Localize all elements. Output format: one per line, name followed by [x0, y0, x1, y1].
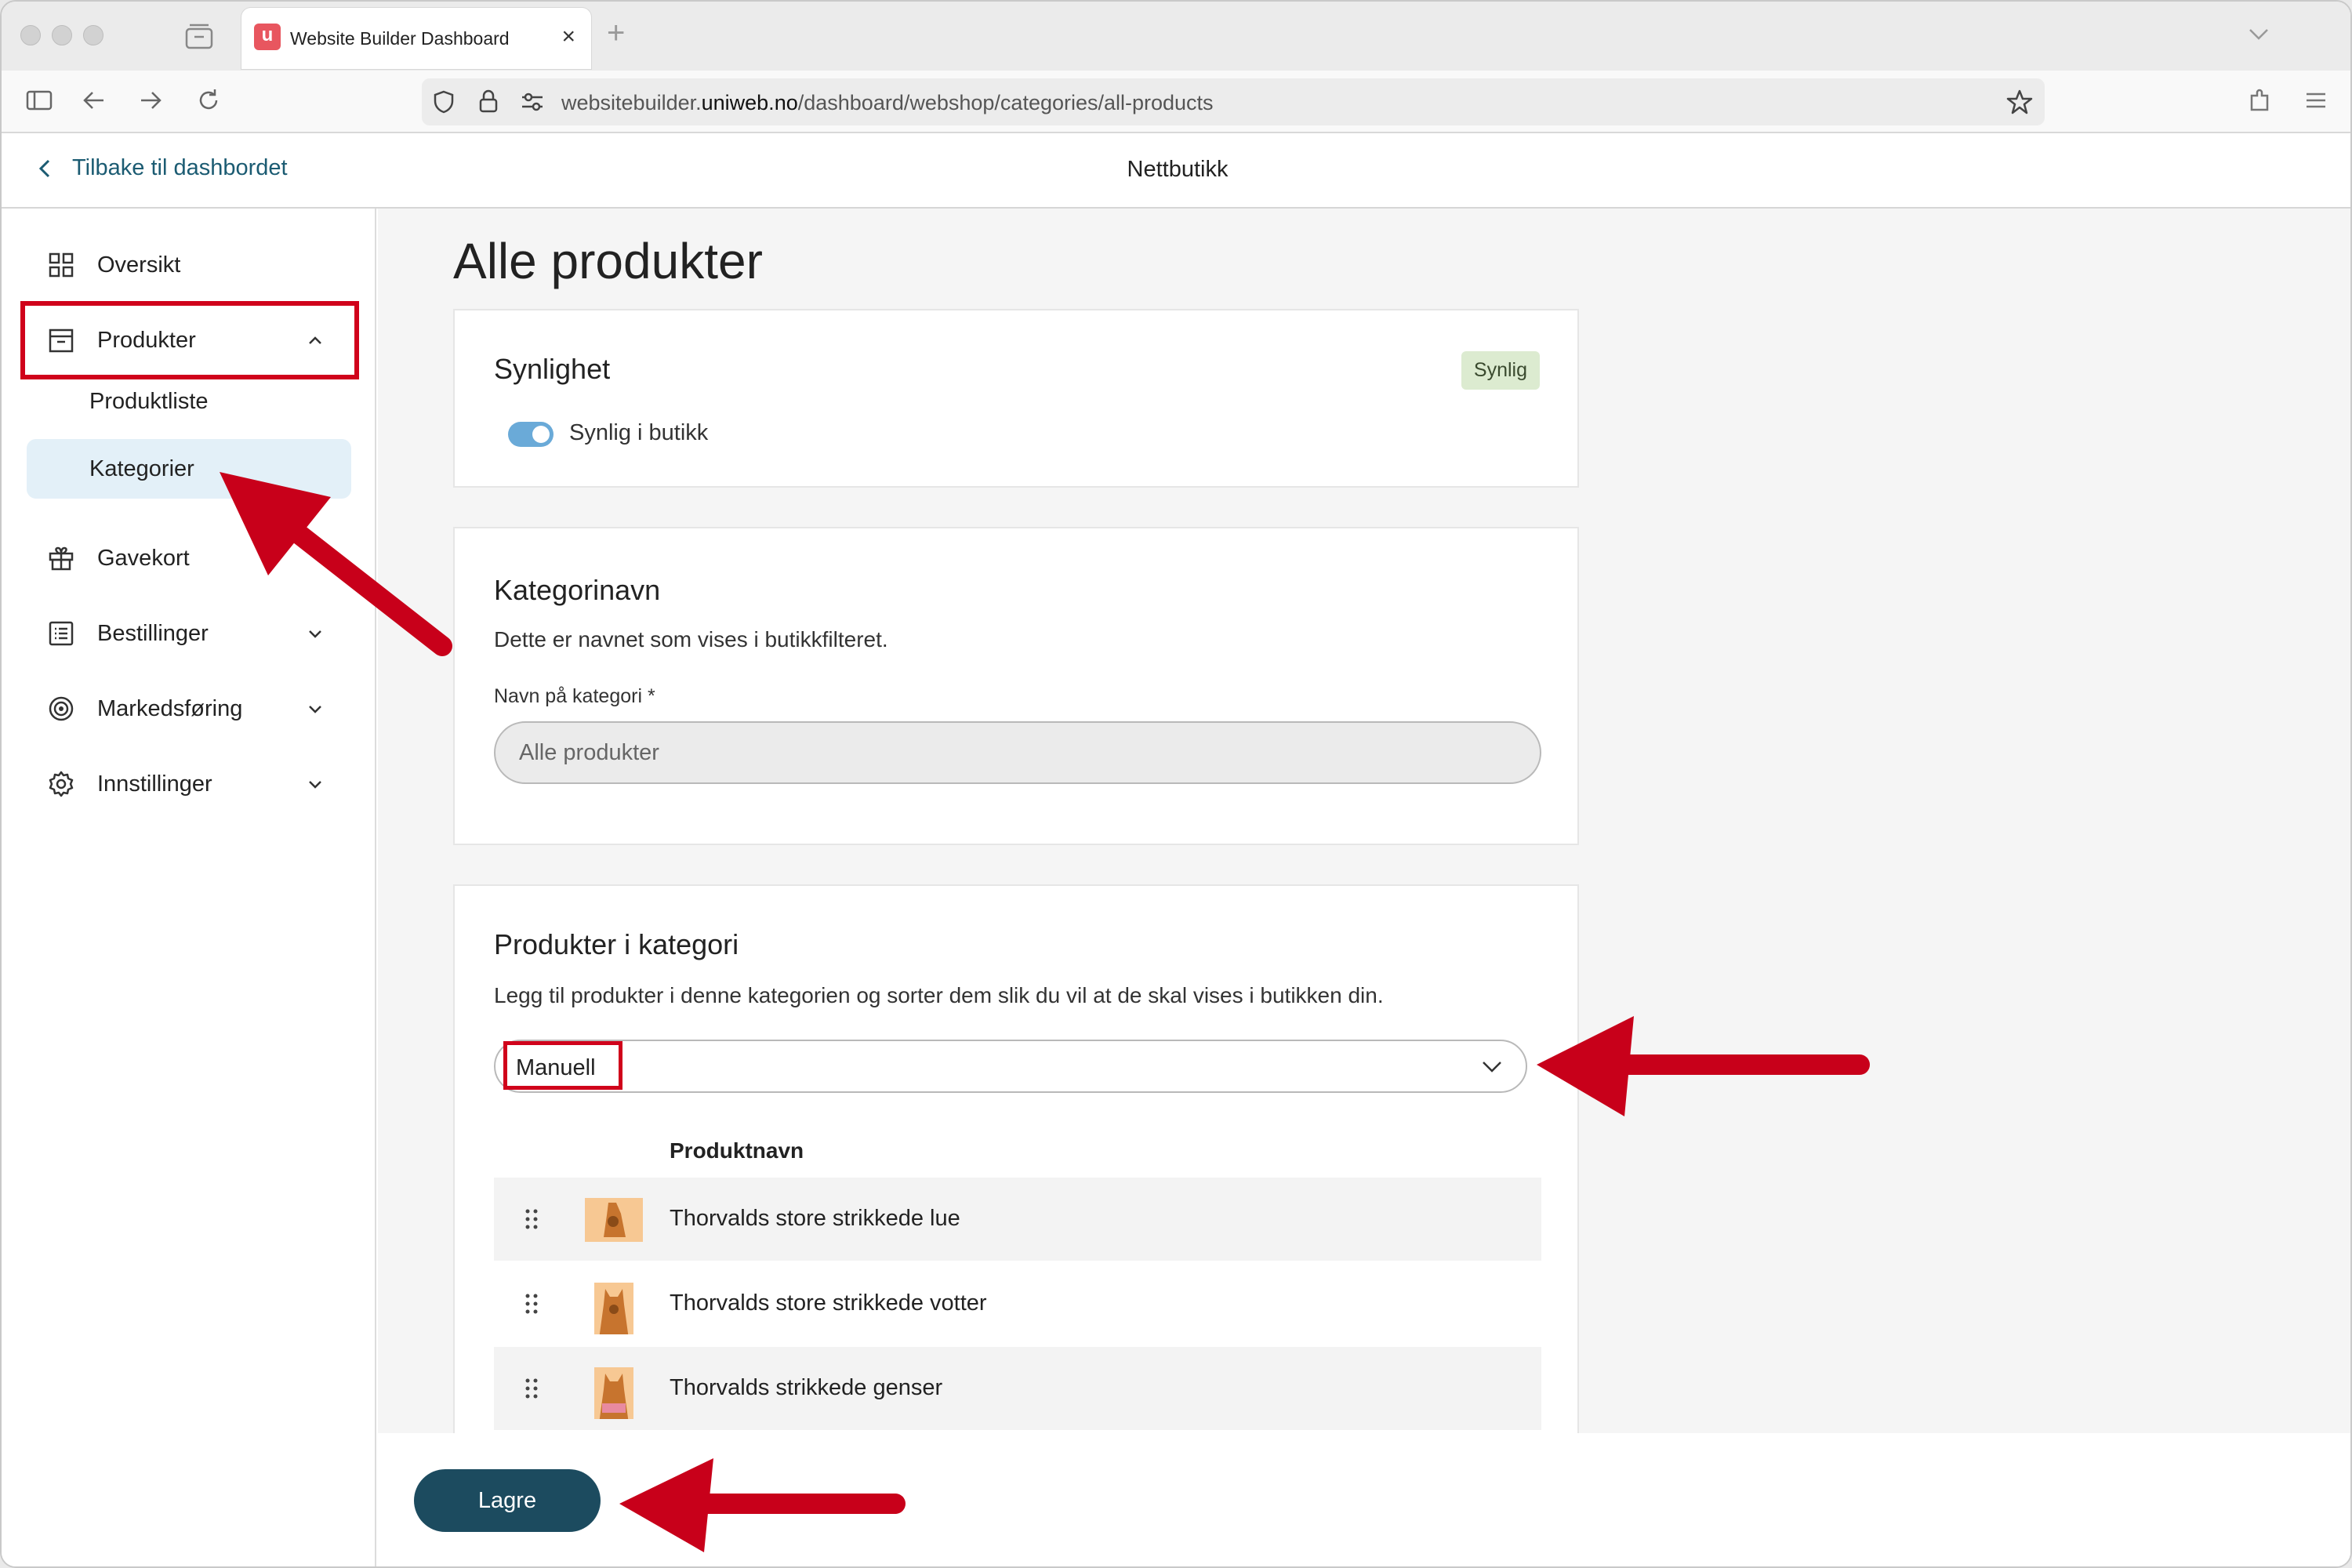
table-row[interactable]: Thorvalds store strikkede votter — [494, 1262, 1541, 1345]
product-thumbnail-hat — [585, 1198, 643, 1242]
navigation-bar: websitebuilder.uniweb.no/dashboard/websh… — [2, 71, 2350, 133]
minimize-window-button[interactable] — [52, 25, 72, 45]
visibility-toggle[interactable] — [508, 422, 554, 447]
sidebar-subitem-kategorier[interactable]: Kategorier — [89, 456, 194, 482]
grid-icon — [49, 252, 74, 278]
category-name-card: Kategorinavn Dette er navnet som vises i… — [453, 527, 1579, 845]
product-name: Thorvalds strikkede genser — [670, 1375, 943, 1400]
sidebar: Oversikt Produkter Produktliste Kategori… — [2, 209, 376, 1566]
uniweb-favicon-icon: u — [254, 24, 281, 50]
tab-title: Website Builder Dashboard — [290, 28, 510, 49]
highlight-box-produkter — [20, 301, 359, 379]
product-name: Thorvalds store strikkede votter — [670, 1290, 987, 1316]
category-name-heading: Kategorinavn — [494, 574, 661, 606]
product-name: Thorvalds store strikkede lue — [670, 1206, 960, 1231]
table-row[interactable]: Thorvalds store strikkede lue — [494, 1178, 1541, 1261]
app-title: Nettbutikk — [1127, 157, 1229, 182]
table-row[interactable]: Thorvalds strikkede genser — [494, 1347, 1541, 1430]
target-icon — [49, 696, 74, 721]
sort-order-select[interactable]: Manuell — [494, 1040, 1527, 1093]
sidebar-subitem-produktliste[interactable]: Produktliste — [89, 389, 209, 415]
lock-icon[interactable] — [477, 88, 500, 114]
shield-icon[interactable] — [431, 89, 456, 114]
chevron-down-icon — [309, 706, 321, 713]
category-name-description: Dette er navnet som vises i butikkfilter… — [494, 627, 888, 652]
new-tab-button[interactable]: + — [607, 16, 625, 51]
url-domain: uniweb.no — [701, 91, 798, 114]
tab-bar: u Website Builder Dashboard × + — [2, 2, 2350, 71]
product-thumbnail-mittens — [594, 1283, 633, 1334]
save-button[interactable]: Lagre — [414, 1469, 601, 1532]
sidebar-item-label: Bestillinger — [97, 620, 209, 646]
reload-icon[interactable] — [194, 86, 223, 114]
list-all-tabs-icon[interactable] — [2245, 20, 2272, 47]
page-title: Alle produkter — [453, 233, 763, 289]
annotation-arrow-save — [619, 1458, 906, 1552]
zoom-window-button[interactable] — [83, 25, 103, 45]
sidebar-item-markedsforing[interactable]: Markedsføring — [47, 687, 332, 731]
category-name-input[interactable] — [494, 721, 1541, 784]
category-name-label: Navn på kategori * — [494, 685, 655, 707]
sidebar-item-label: Innstillinger — [97, 771, 212, 797]
bookmark-star-icon[interactable] — [2005, 88, 2034, 116]
annotation-arrow-select — [1537, 1016, 1870, 1116]
gear-icon — [49, 771, 74, 797]
tab-overview-icon[interactable] — [183, 22, 215, 50]
product-thumbnail-sweater — [594, 1367, 633, 1419]
gift-icon — [49, 546, 74, 571]
sidebar-item-innstillinger[interactable]: Innstillinger — [47, 762, 332, 806]
close-window-button[interactable] — [20, 25, 41, 45]
extensions-icon[interactable] — [2245, 86, 2274, 114]
browser-window: u Website Builder Dashboard × + websiteb… — [0, 0, 2352, 1568]
url-bar[interactable]: websitebuilder.uniweb.no/dashboard/websh… — [422, 78, 2045, 125]
products-heading: Produkter i kategori — [494, 928, 739, 960]
url-prefix: websitebuilder. — [561, 91, 702, 114]
tab-close-button[interactable]: × — [561, 24, 575, 50]
url-path: /dashboard/webshop/categories/all-produc… — [797, 91, 1214, 114]
column-header-product-name: Produktnavn — [670, 1138, 804, 1163]
status-badge: Synlig — [1461, 351, 1540, 390]
list-icon — [49, 621, 74, 646]
products-description: Legg til produkter i denne kategorien og… — [494, 983, 1384, 1007]
highlight-box-manuell — [503, 1041, 622, 1090]
chevron-down-icon — [309, 781, 321, 789]
application-menu-icon[interactable] — [2302, 86, 2330, 114]
site-permissions-icon[interactable] — [519, 91, 546, 113]
tab-website-builder[interactable]: u Website Builder Dashboard × — [241, 8, 591, 69]
visibility-toggle-label: Synlig i butikk — [569, 420, 709, 445]
visibility-heading: Synlighet — [494, 353, 611, 385]
chevron-down-icon — [1483, 1062, 1501, 1073]
sidebar-item-oversikt[interactable]: Oversikt — [47, 243, 332, 287]
visibility-card: Synlighet Synlig Synlig i butikk — [453, 309, 1579, 488]
sidebar-item-label: Gavekort — [97, 545, 190, 571]
drag-handle-icon[interactable] — [524, 1292, 539, 1316]
annotation-arrow-kategorier — [220, 472, 452, 656]
app-header: Tilbake til dashbordet Nettbutikk — [2, 133, 2350, 209]
sidebar-item-label: Markedsføring — [97, 695, 243, 721]
drag-handle-icon[interactable] — [524, 1377, 539, 1400]
forward-arrow-icon[interactable] — [136, 86, 165, 114]
products-card: Produkter i kategori Legg til produkter … — [453, 884, 1579, 1433]
url-text[interactable]: websitebuilder.uniweb.no/dashboard/websh… — [561, 91, 1214, 115]
sidebar-toggle-icon[interactable] — [25, 86, 53, 114]
back-arrow-icon[interactable] — [80, 86, 108, 114]
sidebar-item-label: Oversikt — [97, 252, 181, 278]
drag-handle-icon[interactable] — [524, 1207, 539, 1231]
